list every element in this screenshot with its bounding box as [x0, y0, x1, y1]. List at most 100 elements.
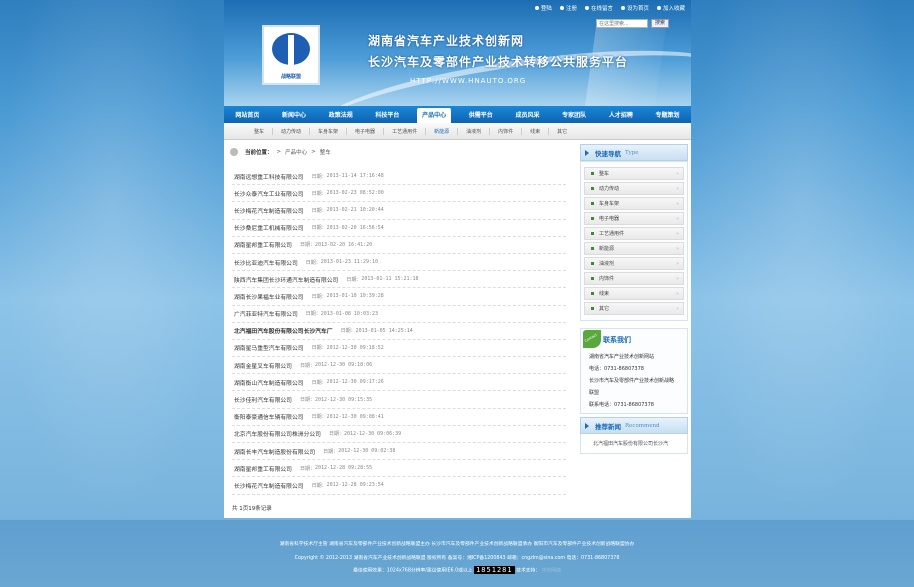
quick-nav-item[interactable]: 整车 »	[584, 167, 684, 180]
subnav-electronics[interactable]: 电子电器	[347, 127, 385, 135]
nav-home[interactable]: 网站首页	[230, 108, 264, 121]
footer-support-link[interactable]: 华光网络	[542, 569, 561, 574]
quick-nav-item[interactable]: 油液剂 »	[584, 257, 684, 270]
quick-nav-item-label: 新能源	[599, 246, 615, 252]
set-homepage-link[interactable]: 设为首页	[620, 4, 649, 12]
list-item-title[interactable]: 湖南长丰汽车制造股份有限公司	[234, 447, 315, 456]
nav-products[interactable]: 产品中心	[417, 108, 452, 123]
quick-nav-item[interactable]: 其它 »	[584, 302, 684, 315]
list-item-title[interactable]: 湖南长沙果福车业有限公司	[234, 292, 304, 301]
list-item: 长沙佳利汽车有限公司 日期： 2012-12-30 09:15:35	[232, 391, 566, 409]
list-item-title[interactable]: 湖南星邦重工有限公司	[234, 464, 292, 473]
list-item-title[interactable]: 陕西汽车集团长沙环通汽车制造有限公司	[234, 275, 338, 284]
breadcrumb-vehicle[interactable]: 整车	[320, 148, 331, 156]
contact-line: 湖南省汽车产业技术创新网站	[589, 354, 655, 360]
bullet-icon	[591, 217, 594, 220]
list-item-date-label: 日期：	[299, 362, 315, 369]
list-item-title[interactable]: 长沙众泰汽车工业有限公司	[234, 189, 304, 198]
recommend-item[interactable]: 北汽福田汽车股份有限公司长沙汽	[580, 434, 688, 454]
nav-tech-platform[interactable]: 科技平台	[370, 108, 404, 121]
message-link-label: 在线留言	[590, 6, 613, 12]
breadcrumb-label: 当前位置：	[245, 150, 273, 156]
subnav-new-energy[interactable]: 新能源	[426, 127, 459, 135]
arrow-right-icon: »	[675, 246, 679, 252]
visit-counter: 1851281	[474, 566, 515, 574]
quick-nav-item[interactable]: 内饰件 »	[584, 272, 684, 285]
list-item-title[interactable]: 长沙桑尼重工机械有限公司	[234, 223, 304, 232]
nav-news[interactable]: 新闻中心	[277, 108, 311, 121]
subnav-harness[interactable]: 线束	[522, 127, 550, 135]
subnav-interior[interactable]: 内饰件	[490, 127, 523, 135]
quick-nav-item[interactable]: 车身车架 »	[584, 197, 684, 210]
list-item-title[interactable]: 长沙比亚迪汽车有限公司	[234, 258, 298, 267]
list-item-date-label: 日期：	[346, 276, 362, 283]
list-item-title[interactable]: 广汽菲亚特汽车有限公司	[234, 309, 298, 318]
bullet-icon	[591, 292, 594, 295]
nav-experts[interactable]: 专家团队	[557, 108, 591, 121]
list-item: 湖南星邦重工有限公司 日期： 2012-12-28 09:28:55	[232, 460, 566, 478]
login-link[interactable]: 登陆	[534, 4, 552, 12]
arrow-right-icon: »	[675, 276, 679, 282]
site-logo[interactable]: 战略联盟	[262, 25, 320, 85]
list-item-title[interactable]: 湖南衡山汽车制造有限公司	[234, 378, 304, 387]
list-item-title[interactable]: 长沙梅花汽车制造有限公司	[234, 481, 304, 490]
subnav-body[interactable]: 车身车架	[310, 127, 348, 135]
background-left	[0, 0, 224, 520]
recommend-title-en: Recommend	[625, 422, 660, 429]
subnav-fluids[interactable]: 油液剂	[458, 127, 491, 135]
list-item-date: 2013-01-10 10:39:28	[326, 293, 384, 300]
arrow-right-icon: »	[675, 231, 679, 237]
register-link[interactable]: 注册	[559, 4, 577, 12]
quick-nav-title-text: 快速导航	[595, 149, 621, 158]
message-link[interactable]: 在线留言	[584, 4, 613, 12]
nav-supply-demand[interactable]: 供需平台	[464, 108, 498, 121]
favorite-link[interactable]: 加入收藏	[656, 4, 685, 12]
site-subtitle: 长沙汽车及零部件产业技术转移公共服务平台	[368, 55, 629, 69]
nav-recruitment[interactable]: 人才招聘	[604, 108, 638, 121]
triangle-icon	[585, 423, 589, 429]
quick-nav-item[interactable]: 新能源 »	[584, 242, 684, 255]
search-input[interactable]	[596, 19, 648, 28]
subnav-process-parts[interactable]: 工艺通用件	[384, 127, 427, 135]
contact-title: 联系我们	[603, 336, 631, 344]
favorite-link-label: 加入收藏	[662, 6, 685, 12]
quick-nav-item[interactable]: 电子电器 »	[584, 212, 684, 225]
nav-special[interactable]: 专题策划	[651, 108, 685, 121]
list-item-title[interactable]: 衡阳泰豪通信车辆有限公司	[234, 412, 304, 421]
breadcrumb-products[interactable]: 产品中心	[285, 148, 307, 156]
recommend-title-text: 推荐新闻	[595, 422, 621, 431]
list-item-date: 2013-02-20 16:56:54	[326, 224, 384, 231]
list-item-title[interactable]: 北京汽车股份有限公司株洲分公司	[234, 429, 321, 438]
search-button[interactable]: 搜索	[651, 19, 669, 28]
list-item-title[interactable]: 北汽福田汽车股份有限公司长沙汽车厂	[234, 326, 333, 335]
list-item-title[interactable]: 长沙梅花汽车制造有限公司	[234, 206, 304, 215]
quick-nav-item[interactable]: 动力传动 »	[584, 182, 684, 195]
site-header: 战略联盟 湖南省汽车产业技术创新网 长沙汽车及零部件产业技术转移公共服务平台 H…	[224, 0, 691, 106]
breadcrumb-separator: >	[311, 149, 316, 155]
list-item-date: 2012-12-30 09:08:41	[326, 413, 384, 420]
quick-nav-item-label: 动力传动	[599, 186, 620, 192]
quick-nav-item[interactable]: 线束 »	[584, 287, 684, 300]
subnav-powertrain[interactable]: 动力传动	[273, 127, 311, 135]
quick-nav-item[interactable]: 工艺通用件 »	[584, 227, 684, 240]
triangle-icon	[585, 150, 589, 156]
quick-nav-box: 快速导航 Type 整车» 动力传动» 车身车架» 电子电器» 工艺通用件» 新能源» 油液…	[580, 144, 688, 321]
list-item-title[interactable]: 长沙佳利汽车有限公司	[234, 395, 292, 404]
nav-members[interactable]: 成员风采	[510, 108, 544, 121]
footer-sponsors: 湖南省科学技术厅主管 湖南省汽车及零部件产业技术创新战略联盟主办 长沙市汽车及零…	[279, 542, 635, 547]
nav-policy[interactable]: 政策法规	[324, 108, 358, 121]
subnav-other[interactable]: 其它	[549, 128, 575, 135]
list-item-title[interactable]: 湖南星马重型汽车有限公司	[234, 343, 304, 352]
list-item-date-label: 日期：	[311, 482, 327, 489]
arrow-right-icon: »	[675, 291, 679, 297]
list-item-date: 2012-12-30 09:15:35	[315, 396, 373, 403]
list-item-date: 2012-12-30 09:18:06	[315, 362, 373, 369]
subnav-vehicle[interactable]: 整车	[246, 127, 274, 135]
sub-nav: 整车 动力传动 车身车架 电子电器 工艺通用件 新能源 油液剂 内饰件 线束 其…	[224, 123, 691, 140]
recommend-title: 推荐新闻 Recommend	[580, 417, 688, 434]
list-item: 湖南长沙果福车业有限公司 日期： 2013-01-10 10:39:28	[232, 288, 566, 306]
list-item-title[interactable]: 湖南金星叉车有限公司	[234, 361, 292, 370]
list-item-title[interactable]: 湖南星邦重工有限公司	[234, 240, 292, 249]
list-item-title[interactable]: 湖南远想重工科技有限公司	[234, 172, 304, 181]
search-bar: 搜索	[596, 19, 669, 28]
